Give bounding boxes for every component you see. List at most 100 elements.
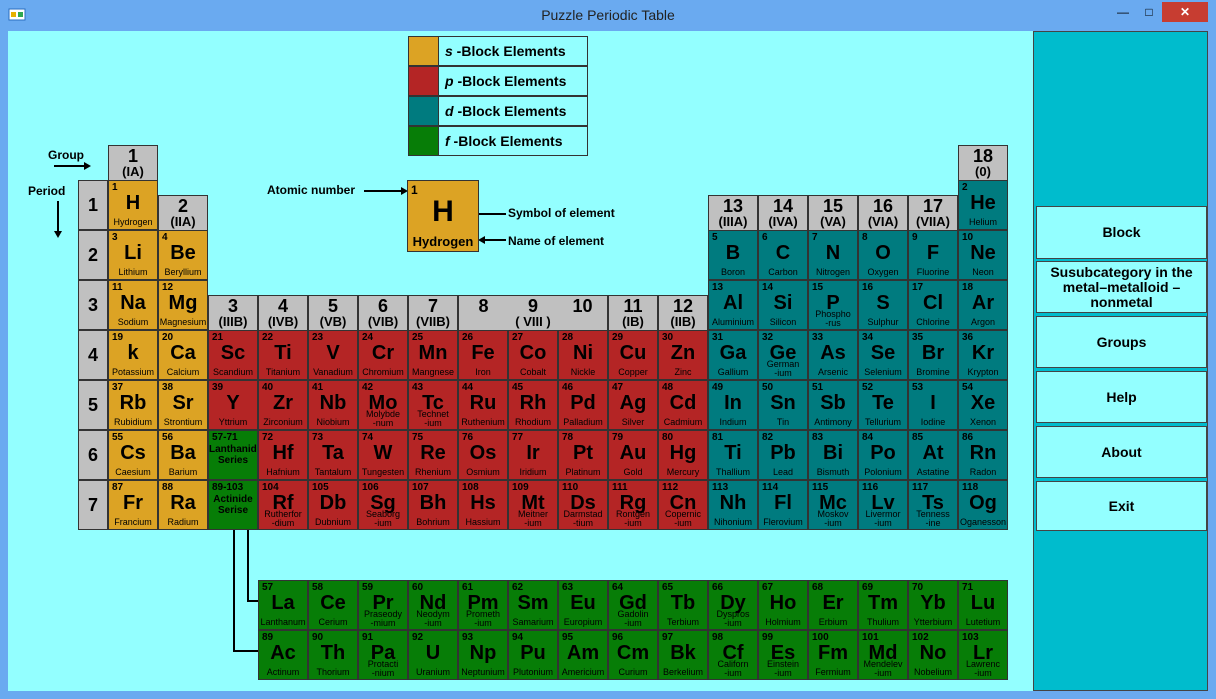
element-cell-mc-115[interactable]: 115 Mc Moskov -ium <box>808 480 858 530</box>
element-cell-sc-21[interactable]: 21 Sc Scandium <box>208 330 258 380</box>
element-cell-md-101[interactable]: 101 Md Mendelev -ium <box>858 630 908 680</box>
element-cell-lr-103[interactable]: 103 Lr Lawrenc -ium <box>958 630 1008 680</box>
element-cell-lu-71[interactable]: 71 Lu Lutetium <box>958 580 1008 630</box>
element-cell-ge-32[interactable]: 32 Ge German -ium <box>758 330 808 380</box>
element-cell-y-39[interactable]: 39 Y Yttrium <box>208 380 258 430</box>
element-cell-ga-31[interactable]: 31 Ga Gallium <box>708 330 758 380</box>
element-cell-li-3[interactable]: 3 Li Lithium <box>108 230 158 280</box>
element-cell-po-84[interactable]: 84 Po Polonium <box>858 430 908 480</box>
help-button[interactable]: Help <box>1036 371 1207 423</box>
element-cell-nb-41[interactable]: 41 Nb Niobium <box>308 380 358 430</box>
groups-button[interactable]: Groups <box>1036 316 1207 368</box>
element-cell-b-5[interactable]: 5 B Boron <box>708 230 758 280</box>
element-cell-u-92[interactable]: 92 U Uranium <box>408 630 458 680</box>
element-cell-cr-24[interactable]: 24 Cr Chromium <box>358 330 408 380</box>
element-cell-hf-72[interactable]: 72 Hf Hafnium <box>258 430 308 480</box>
element-cell-ca-20[interactable]: 20 Ca Calcium <box>158 330 208 380</box>
element-cell-ti-81[interactable]: 81 Ti Thallium <box>708 430 758 480</box>
element-cell-bk-97[interactable]: 97 Bk Berkelium <box>658 630 708 680</box>
element-cell-mt-109[interactable]: 109 Mt Meitner -ium <box>508 480 558 530</box>
element-cell-sm-62[interactable]: 62 Sm Samarium <box>508 580 558 630</box>
element-cell-th-90[interactable]: 90 Th Thorium <box>308 630 358 680</box>
element-cell-cs-55[interactable]: 55 Cs Caesium <box>108 430 158 480</box>
series-cell-57-71[interactable]: 57-71 Lanthanids Series <box>208 430 258 480</box>
element-cell-at-85[interactable]: 85 At Astatine <box>908 430 958 480</box>
element-cell-np-93[interactable]: 93 Np Neptunium <box>458 630 508 680</box>
element-cell-ce-58[interactable]: 58 Ce Cerium <box>308 580 358 630</box>
element-cell-he-2[interactable]: 2 He Helium <box>958 180 1008 230</box>
subcategory-button[interactable]: Susubcategory in the metal–metalloid –no… <box>1036 261 1207 313</box>
element-cell-cu-29[interactable]: 29 Cu Copper <box>608 330 658 380</box>
element-cell-fl-114[interactable]: 114 Fl Flerovium <box>758 480 808 530</box>
element-cell-tb-65[interactable]: 65 Tb Terbium <box>658 580 708 630</box>
element-cell-cd-48[interactable]: 48 Cd Cadmium <box>658 380 708 430</box>
element-cell-os-76[interactable]: 76 Os Osmium <box>458 430 508 480</box>
element-cell-og-118[interactable]: 118 Og Oganesson <box>958 480 1008 530</box>
element-cell-hg-80[interactable]: 80 Hg Mercury <box>658 430 708 480</box>
element-cell-al-13[interactable]: 13 Al Aluminium <box>708 280 758 330</box>
element-cell-zr-40[interactable]: 40 Zr Zirconium <box>258 380 308 430</box>
element-cell-no-102[interactable]: 102 No Nobelium <box>908 630 958 680</box>
element-cell-cl-17[interactable]: 17 Cl Chlorine <box>908 280 958 330</box>
element-cell-la-57[interactable]: 57 La Lanthanum <box>258 580 308 630</box>
element-cell-w-74[interactable]: 74 W Tungesten <box>358 430 408 480</box>
element-cell-si-14[interactable]: 14 Si Silicon <box>758 280 808 330</box>
element-cell-ne-10[interactable]: 10 Ne Neon <box>958 230 1008 280</box>
element-cell-as-33[interactable]: 33 As Arsenic <box>808 330 858 380</box>
element-cell-ar-18[interactable]: 18 Ar Argon <box>958 280 1008 330</box>
about-button[interactable]: About <box>1036 426 1207 478</box>
element-cell-fe-26[interactable]: 26 Fe Iron <box>458 330 508 380</box>
element-cell-i-53[interactable]: 53 I Iodine <box>908 380 958 430</box>
element-cell-rb-37[interactable]: 37 Rb Rubidium <box>108 380 158 430</box>
element-cell-bh-107[interactable]: 107 Bh Bohrium <box>408 480 458 530</box>
element-cell-rg-111[interactable]: 111 Rg Rontgen -ium <box>608 480 658 530</box>
element-cell-dy-66[interactable]: 66 Dy Dyspros -ium <box>708 580 758 630</box>
element-cell-ba-56[interactable]: 56 Ba Barium <box>158 430 208 480</box>
element-cell-ti-22[interactable]: 22 Ti Titanium <box>258 330 308 380</box>
element-cell-ds-110[interactable]: 110 Ds Darmstad -tium <box>558 480 608 530</box>
element-cell-zn-30[interactable]: 30 Zn Zinc <box>658 330 708 380</box>
element-cell-re-75[interactable]: 75 Re Rhenium <box>408 430 458 480</box>
element-cell-mg-12[interactable]: 12 Mg Magnesium <box>158 280 208 330</box>
element-cell-cf-98[interactable]: 98 Cf Californ -ium <box>708 630 758 680</box>
element-cell-eu-63[interactable]: 63 Eu Europium <box>558 580 608 630</box>
element-cell-ra-88[interactable]: 88 Ra Radium <box>158 480 208 530</box>
element-cell-au-79[interactable]: 79 Au Gold <box>608 430 658 480</box>
block-button[interactable]: Block <box>1036 206 1207 259</box>
element-cell-pd-46[interactable]: 46 Pd Palladium <box>558 380 608 430</box>
element-cell-pb-82[interactable]: 82 Pb Lead <box>758 430 808 480</box>
element-cell-es-99[interactable]: 99 Es Einstein -ium <box>758 630 808 680</box>
element-cell-pu-94[interactable]: 94 Pu Plutonium <box>508 630 558 680</box>
element-cell-ts-117[interactable]: 117 Ts Tenness -ine <box>908 480 958 530</box>
element-cell-se-34[interactable]: 34 Se Selenium <box>858 330 908 380</box>
element-cell-rh-45[interactable]: 45 Rh Rhodium <box>508 380 558 430</box>
close-button[interactable]: ✕ <box>1162 2 1208 22</box>
element-cell-o-8[interactable]: 8 O Oxygen <box>858 230 908 280</box>
element-cell-rf-104[interactable]: 104 Rf Rutherfor -dium <box>258 480 308 530</box>
element-cell-tc-43[interactable]: 43 Tc Technet -ium <box>408 380 458 430</box>
element-cell-hs-108[interactable]: 108 Hs Hassium <box>458 480 508 530</box>
series-cell-89-103[interactable]: 89-103 Actinide Serise <box>208 480 258 530</box>
element-cell-sn-50[interactable]: 50 Sn Tin <box>758 380 808 430</box>
element-cell-sg-106[interactable]: 106 Sg Seaborg -ium <box>358 480 408 530</box>
element-cell-xe-54[interactable]: 54 Xe Xenon <box>958 380 1008 430</box>
element-cell-c-6[interactable]: 6 C Carbon <box>758 230 808 280</box>
element-cell-am-95[interactable]: 95 Am Americium <box>558 630 608 680</box>
element-cell-bi-83[interactable]: 83 Bi Bismuth <box>808 430 858 480</box>
element-cell-db-105[interactable]: 105 Db Dubnium <box>308 480 358 530</box>
element-cell-na-11[interactable]: 11 Na Sodium <box>108 280 158 330</box>
element-cell-ac-89[interactable]: 89 Ac Actinum <box>258 630 308 680</box>
element-cell-p-15[interactable]: 15 P Phospho -rus <box>808 280 858 330</box>
element-cell-sr-38[interactable]: 38 Sr Strontium <box>158 380 208 430</box>
element-cell-kr-36[interactable]: 36 Kr Krypton <box>958 330 1008 380</box>
element-cell-pm-61[interactable]: 61 Pm Prometh -ium <box>458 580 508 630</box>
element-cell-cm-96[interactable]: 96 Cm Curium <box>608 630 658 680</box>
title-bar[interactable]: Puzzle Periodic Table — □ ✕ <box>0 0 1216 30</box>
element-cell-rn-86[interactable]: 86 Rn Radon <box>958 430 1008 480</box>
element-cell-ag-47[interactable]: 47 Ag Silver <box>608 380 658 430</box>
minimize-button[interactable]: — <box>1110 2 1136 22</box>
element-cell-yb-70[interactable]: 70 Yb Ytterbium <box>908 580 958 630</box>
element-cell-co-27[interactable]: 27 Co Cobalt <box>508 330 558 380</box>
element-cell-sb-51[interactable]: 51 Sb Antimony <box>808 380 858 430</box>
element-cell-cn-112[interactable]: 112 Cn Copernic -ium <box>658 480 708 530</box>
